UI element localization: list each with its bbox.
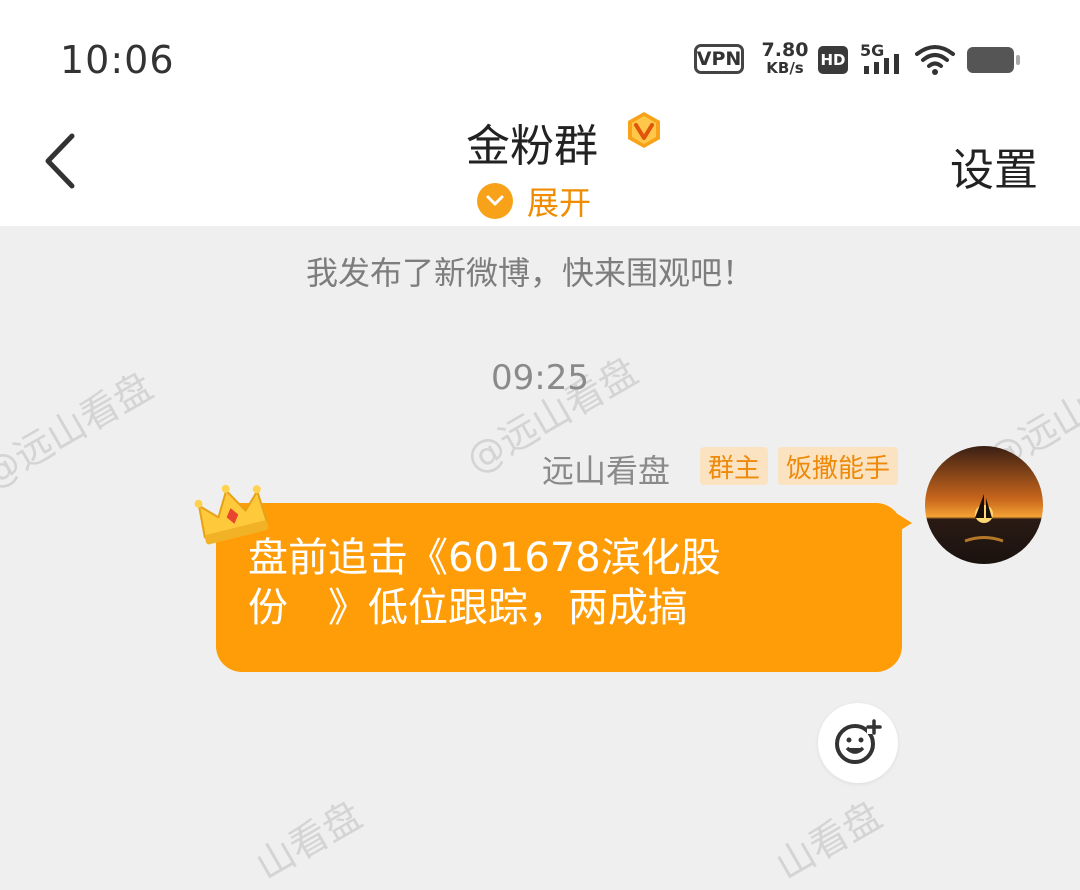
chevron-down-icon [477,183,513,219]
message-bubble[interactable]: 盘前追击《601678滨化股 份 》低位跟踪，两成搞 [216,503,902,672]
message-timestamp: 09:25 [491,358,589,398]
vpn-indicator: VPN [694,44,744,74]
settings-button[interactable]: 设置 [950,134,1038,198]
watermark: 山看盘 [248,792,370,889]
expand-label: 展开 [527,184,592,222]
network-type: 5G [860,41,884,60]
owner-tag: 群主 [700,447,769,485]
v-badge-icon [628,112,660,148]
message-line: 盘前追击《601678滨化股 [248,535,721,581]
add-reaction-button[interactable] [818,703,898,783]
watermark: 山看盘 [768,792,890,889]
network-speed-value: 7.80 [761,39,809,61]
hd-indicator: HD [818,46,848,74]
bubble-tail [896,513,912,533]
network-speed: 7.80 KB/s [760,40,810,77]
wifi-icon [915,45,955,75]
expand-toggle[interactable]: 展开 [477,178,591,224]
fan-tag: 饭撒能手 [778,447,899,485]
network-speed-unit: KB/s [766,59,804,77]
emoji-add-icon [835,719,882,764]
signal-icon: 5G [860,41,899,74]
crown-icon [194,484,269,545]
avatar[interactable] [925,446,1043,564]
message-text: 盘前追击《601678滨化股 份 》低位跟踪，两成搞 [248,533,808,633]
back-button[interactable] [36,126,84,196]
group-title: 金粉群 [466,121,598,172]
status-time: 10:06 [60,38,175,82]
chat-header: 金粉群 展开 设置 [0,110,1080,226]
status-bar: 10:06 VPN 7.80 KB/s HD 5G [0,0,1080,110]
sender-name: 远山看盘 [542,452,671,490]
battery-icon [967,47,1020,73]
system-notice: 我发布了新微博，快来围观吧！ [305,254,754,292]
message-line: 份 》低位跟踪，两成搞 [248,585,688,631]
